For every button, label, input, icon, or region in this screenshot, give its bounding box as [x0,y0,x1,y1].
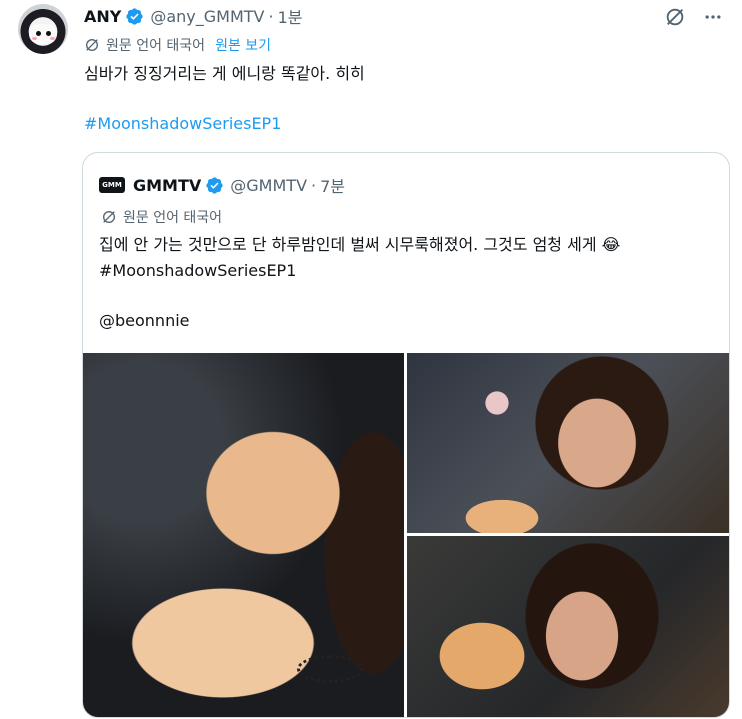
photo-girl-with-cat[interactable] [407,353,729,533]
verified-badge-icon [126,7,143,25]
flowers-detail [477,383,517,423]
quoted-header: GMM GMMTV @GMMTV · 7분 [99,173,345,197]
translation-row: 원문 언어 태국어 원본 보기 [84,35,271,55]
verified-badge-icon [206,176,223,194]
avatar-blush [50,37,55,40]
more-button[interactable] [700,4,726,30]
tweet-actions-top [662,4,726,30]
quoted-mention[interactable]: @beonnnie [99,309,190,333]
photo-grid [83,353,729,717]
translation-note: 원문 언어 태국어 [106,38,206,54]
hashtag-link[interactable]: #MoonshadowSeriesEP1 [84,114,281,133]
bracelet-detail [297,655,363,683]
quoted-hashtag[interactable]: #MoonshadowSeriesEP1 [99,259,296,283]
quoted-tweet[interactable]: GMM GMMTV @GMMTV · 7분 원문 언어 태국어 집에 안 가는 … [82,152,730,718]
quoted-timestamp[interactable]: 7분 [320,173,345,197]
avatar-blush [32,37,37,40]
quoted-avatar-logo[interactable]: GMM [99,177,125,193]
quoted-translation-row: 원문 언어 태국어 [101,207,222,227]
tweet-header: ANY @any_GMMTV · 1분 [84,4,303,28]
photo-girl-holding-cat[interactable] [407,536,729,717]
translate-icon [86,39,98,51]
quoted-handle[interactable]: @GMMTV [230,176,307,195]
translate-icon [103,211,115,223]
avatar-face [29,24,57,44]
handle[interactable]: @any_GMMTV [150,7,264,26]
separator: · [268,6,274,26]
more-icon [705,15,721,19]
display-name[interactable]: ANY [84,7,121,26]
grok-button[interactable] [662,4,688,30]
show-original-link[interactable]: 원본 보기 [215,35,271,55]
timestamp[interactable]: 1분 [278,4,303,28]
quoted-translation-note: 원문 언어 태국어 [123,210,223,226]
avatar[interactable] [18,4,68,54]
avatar-eye [46,31,51,36]
quoted-text-line: 집에 안 가는 것만으로 단 하루밤인데 벌써 시무룩해졌어. 그것도 엄청 세… [99,235,621,254]
tweet-text: 심바가 징징거리는 게 에니랑 똑같아. 히히 [84,64,365,83]
separator: · [311,175,317,195]
grok-icon [666,8,684,26]
quoted-display-name[interactable]: GMMTV [133,176,201,195]
avatar-eye [36,31,41,36]
photo-cat-held[interactable] [83,353,404,717]
